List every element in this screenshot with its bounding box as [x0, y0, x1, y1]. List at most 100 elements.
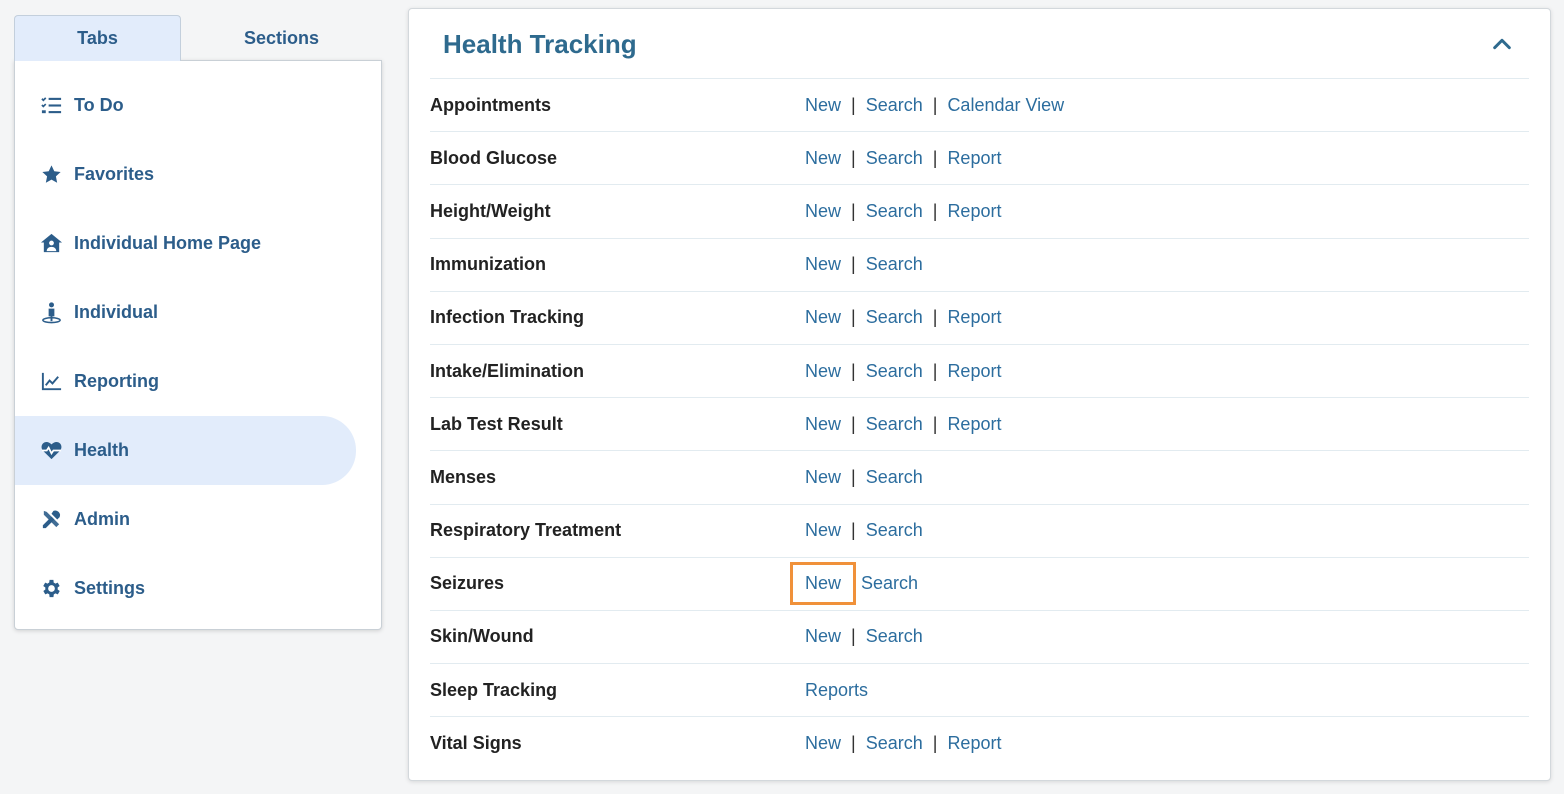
health-tracking-list: Appointments New | Search | Calendar View Bloo… — [430, 78, 1529, 769]
search-link[interactable]: Search — [866, 305, 923, 330]
new-link[interactable]: New — [805, 199, 841, 224]
list-item: Lab Test Result New | Search | Report — [430, 397, 1529, 450]
home-user-icon — [39, 232, 63, 256]
row-links: New | Search | Calendar View — [805, 93, 1064, 118]
reports-link[interactable]: Reports — [805, 678, 868, 703]
nav-item-label: To Do — [74, 95, 124, 115]
search-link[interactable]: Search — [866, 359, 923, 384]
person-icon — [39, 301, 63, 325]
report-link[interactable]: Report — [947, 199, 1001, 224]
nav-item-individual-home-page[interactable]: Individual Home Page — [15, 209, 356, 278]
report-link[interactable]: Report — [947, 146, 1001, 171]
nav-item-admin[interactable]: Admin — [15, 485, 356, 554]
nav-tabs: Tabs Sections — [14, 15, 382, 61]
row-links: New | Search | Report — [805, 199, 1001, 224]
list-item: Sleep Tracking Reports — [430, 663, 1529, 716]
link-separator: | — [851, 626, 856, 647]
new-link[interactable]: New — [805, 412, 841, 437]
new-link[interactable]: New — [805, 359, 841, 384]
row-links: New | Search | Report — [805, 731, 1001, 756]
link-separator: | — [932, 413, 938, 434]
row-label: Intake/Elimination — [430, 360, 585, 381]
nav-item-label: Admin — [74, 509, 130, 529]
search-link[interactable]: Search — [866, 199, 923, 224]
tab-tabs[interactable]: Tabs — [14, 15, 181, 61]
row-links: New | Search | Report — [805, 146, 1001, 171]
search-link[interactable]: Search — [866, 412, 923, 437]
card-header: Health Tracking — [409, 9, 1550, 79]
row-links: New | Search | Report — [805, 305, 1001, 330]
link-separator: | — [932, 200, 938, 221]
link-separator: | — [851, 520, 856, 541]
nav-item-label: Favorites — [74, 164, 155, 184]
new-link[interactable]: New — [805, 252, 841, 277]
nav-item-label: Individual Home Page — [74, 233, 262, 253]
health-tracking-card: Health Tracking Appointments New | Search | C… — [408, 8, 1551, 781]
link-separator: | — [851, 94, 856, 115]
nav-item-settings[interactable]: Settings — [15, 554, 356, 623]
search-link[interactable]: Search — [866, 93, 923, 118]
list-item: Vital Signs New | Search | Report — [430, 716, 1529, 769]
nav-item-individual[interactable]: Individual — [15, 278, 356, 347]
page-title: Health Tracking — [443, 28, 637, 59]
new-link[interactable]: New — [805, 624, 841, 649]
row-links: Reports — [805, 678, 868, 703]
new-link[interactable]: New — [805, 146, 841, 171]
search-link[interactable]: Search — [866, 624, 923, 649]
row-label: Infection Tracking — [430, 307, 585, 328]
link-separator: | — [851, 413, 856, 434]
row-label: Lab Test Result — [430, 413, 563, 434]
link-separator: | — [932, 360, 938, 381]
report-link[interactable]: Report — [947, 359, 1001, 384]
search-link[interactable]: Search — [866, 465, 923, 490]
row-label: Respiratory Treatment — [430, 520, 622, 541]
row-links: New | Search — [805, 624, 923, 649]
new-link[interactable]: New — [789, 562, 857, 606]
row-links: New | Search — [805, 465, 923, 490]
search-link[interactable]: Search — [866, 731, 923, 756]
link-separator: | — [851, 307, 856, 328]
search-link[interactable]: Search — [866, 252, 923, 277]
search-link[interactable]: Search — [866, 518, 923, 543]
list-item: Seizures New Search — [430, 556, 1529, 610]
new-link[interactable]: New — [805, 731, 841, 756]
star-icon — [39, 163, 63, 187]
gear-icon — [39, 577, 63, 601]
calendar-view-link[interactable]: Calendar View — [947, 93, 1064, 118]
link-separator: | — [851, 200, 856, 221]
list-item: Height/Weight New | Search | Report — [430, 184, 1529, 237]
collapse-button[interactable] — [1488, 30, 1516, 58]
nav-item-reporting[interactable]: Reporting — [15, 347, 356, 416]
tools-icon — [39, 508, 63, 532]
row-label: Seizures — [430, 573, 505, 594]
new-link[interactable]: New — [805, 93, 841, 118]
link-separator: | — [851, 732, 856, 753]
left-navigation: Tabs Sections To Do Favorites Individual… — [14, 15, 382, 630]
nav-item-label: Reporting — [74, 371, 159, 391]
report-link[interactable]: Report — [947, 731, 1001, 756]
new-link[interactable]: New — [805, 465, 841, 490]
nav-item-todo[interactable]: To Do — [15, 71, 356, 140]
row-label: Skin/Wound — [430, 626, 534, 647]
nav-item-health[interactable]: Health — [15, 416, 356, 485]
list-item: Intake/Elimination New | Search | Report — [430, 343, 1529, 397]
search-link[interactable]: Search — [866, 146, 923, 171]
nav-item-label: Individual — [74, 302, 159, 322]
report-link[interactable]: Report — [947, 305, 1001, 330]
list-item: Blood Glucose New | Search | Report — [430, 131, 1529, 184]
row-links: New Search — [789, 562, 918, 606]
new-link[interactable]: New — [805, 518, 841, 543]
link-separator: | — [932, 94, 938, 115]
row-label: Sleep Tracking — [430, 679, 558, 700]
row-label: Immunization — [430, 254, 546, 275]
nav-item-label: Health — [74, 440, 130, 460]
nav-panel: To Do Favorites Individual Home Page Ind… — [14, 60, 382, 630]
chart-line-icon — [39, 370, 63, 394]
link-separator: | — [932, 732, 938, 753]
report-link[interactable]: Report — [947, 412, 1001, 437]
search-link[interactable]: Search — [861, 571, 918, 596]
nav-item-favorites[interactable]: Favorites — [15, 140, 356, 209]
tab-sections[interactable]: Sections — [181, 15, 382, 61]
todo-list-icon — [39, 94, 63, 118]
new-link[interactable]: New — [805, 305, 841, 330]
